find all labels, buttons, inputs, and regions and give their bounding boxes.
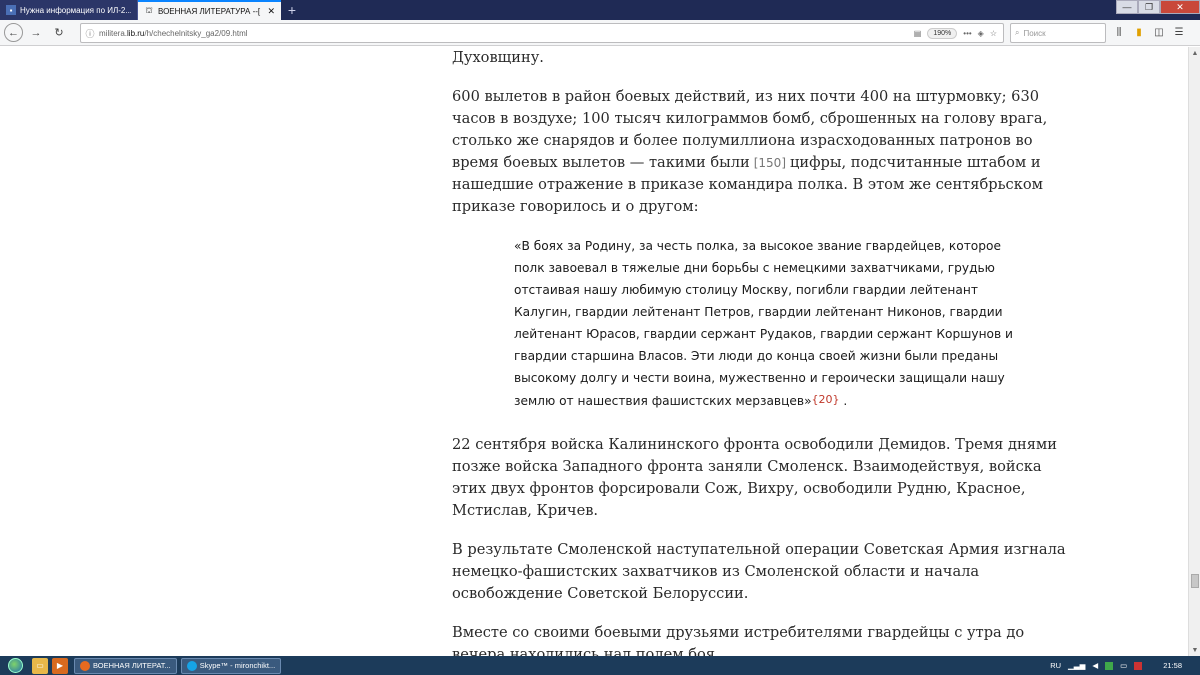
close-window-icon[interactable]: ✕	[1160, 0, 1200, 14]
info-icon[interactable]: ⓘ	[81, 27, 99, 40]
scroll-up-icon[interactable]: ▲	[1189, 47, 1200, 59]
file-explorer-icon[interactable]: ▭	[32, 657, 48, 674]
url-prefix: militera.	[99, 28, 128, 38]
search-placeholder: Поиск	[1023, 28, 1046, 38]
paragraph: 22 сентября войска Калининского фронта о…	[452, 436, 1058, 519]
page-content: Духовщину. 600 вылетов в район боевых де…	[0, 47, 1188, 656]
militera-logo-icon: ⛫	[145, 6, 153, 15]
tab-military-literature[interactable]: ⛫ ВОЕННАЯ ЛИТЕРАТУРА --[ Во... ✕	[138, 0, 281, 20]
page-actions-icon[interactable]: •••	[963, 29, 971, 38]
reload-button[interactable]: ↻	[49, 23, 69, 43]
taskbar-item-label: Skype™ - mironchikt...	[199, 661, 276, 670]
search-icon: ⌕	[1015, 28, 1020, 37]
paragraph: В результате Смоленской наступательной о…	[452, 541, 1066, 602]
windows-logo-icon	[7, 658, 23, 673]
scrollbar-thumb[interactable]	[1191, 574, 1199, 588]
pocket-icon[interactable]: ◈	[978, 29, 984, 38]
window-controls: — ❐ ✕	[1116, 0, 1200, 20]
order-quote: «В боях за Родину, за честь полка, за вы…	[514, 235, 1014, 412]
taskbar: ▭ ▶ ВОЕННАЯ ЛИТЕРАТ... Skype™ - mironchi…	[0, 656, 1200, 675]
clock[interactable]: 21:58	[1163, 661, 1182, 670]
taskbar-item-label: ВОЕННАЯ ЛИТЕРАТ...	[93, 661, 171, 670]
bookmark-flag-icon[interactable]: ▮	[1132, 24, 1146, 40]
security-icon[interactable]	[1105, 661, 1114, 670]
scroll-down-icon[interactable]: ▼	[1189, 644, 1200, 656]
network-icon[interactable]: ▭	[1120, 661, 1127, 670]
menu-icon[interactable]: ☰	[1172, 24, 1186, 40]
new-tab-button[interactable]: +	[281, 0, 303, 20]
bookmark-star-icon[interactable]: ☆	[990, 29, 997, 38]
page-reference-link[interactable]: [150]	[754, 156, 786, 170]
firefox-icon	[80, 660, 90, 671]
tab-title: ВОЕННАЯ ЛИТЕРАТУРА --[ Во...	[158, 6, 263, 16]
zoom-indicator[interactable]: 190%	[927, 27, 958, 39]
skype-icon	[186, 660, 197, 671]
article-body: Духовщину. 600 вылетов в район боевых де…	[452, 47, 1072, 656]
footnote-link[interactable]: {20}	[812, 393, 840, 406]
tab-strip: ▪ Нужна информация по ИЛ-2... ⛫ ВОЕННАЯ …	[0, 0, 1200, 20]
url-host: lib.ru	[127, 28, 145, 38]
paragraph: Вместе со своими боевыми друзьями истреб…	[452, 624, 1025, 656]
language-indicator[interactable]: RU	[1050, 661, 1061, 670]
tab-il2-info[interactable]: ▪ Нужна информация по ИЛ-2...	[0, 0, 138, 20]
library-icon[interactable]: ⫼	[1112, 24, 1126, 40]
volume-icon[interactable]: ◀	[1092, 661, 1098, 670]
taskbar-item-skype[interactable]: Skype™ - mironchikt...	[180, 657, 282, 674]
quote-text: «В боях за Родину, за честь полка, за вы…	[514, 239, 1013, 408]
address-bar[interactable]: ⓘ militera. lib.ru/h/chechelnitsky_ga2/09…	[80, 23, 1004, 43]
restore-icon[interactable]: ❐	[1138, 0, 1160, 14]
close-tab-icon[interactable]: ✕	[267, 6, 275, 17]
minimize-icon[interactable]: —	[1116, 0, 1138, 14]
quote-end: .	[839, 394, 848, 408]
system-tray: RU ▁▃▅ ◀ ▭ 21:58	[1050, 661, 1200, 670]
address-bar-actions: ▤ 190% ••• ◈ ☆	[914, 27, 1003, 39]
reader-view-icon[interactable]: ▤	[914, 29, 922, 38]
navigation-bar: ← → ↻ ⓘ militera. lib.ru/h/chechelnitsky_…	[0, 20, 1200, 46]
signal-icon[interactable]: ▁▃▅	[1068, 661, 1085, 670]
start-button[interactable]	[0, 656, 30, 675]
search-box[interactable]: ⌕ Поиск	[1010, 23, 1106, 43]
forward-button[interactable]: →	[26, 23, 46, 43]
flag-icon[interactable]	[1134, 661, 1143, 670]
toolbar-icons: ⫼ ▮ ◫ ☰	[1112, 24, 1186, 40]
url-path: /h/chechelnitsky_ga2/09.html	[144, 28, 248, 38]
vertical-scrollbar[interactable]: ▲ ▼	[1188, 47, 1200, 656]
sidebar-icon[interactable]: ◫	[1152, 24, 1166, 40]
paragraph: 600 вылетов в район боевых действий, из …	[452, 86, 1072, 218]
taskbar-item-firefox[interactable]: ВОЕННАЯ ЛИТЕРАТ...	[74, 657, 177, 674]
back-button[interactable]: ←	[4, 23, 23, 42]
page-icon: ▪	[6, 5, 16, 15]
paragraph: Духовщину.	[452, 49, 544, 66]
tab-title: Нужна информация по ИЛ-2...	[20, 5, 131, 15]
media-player-icon[interactable]: ▶	[52, 657, 68, 674]
